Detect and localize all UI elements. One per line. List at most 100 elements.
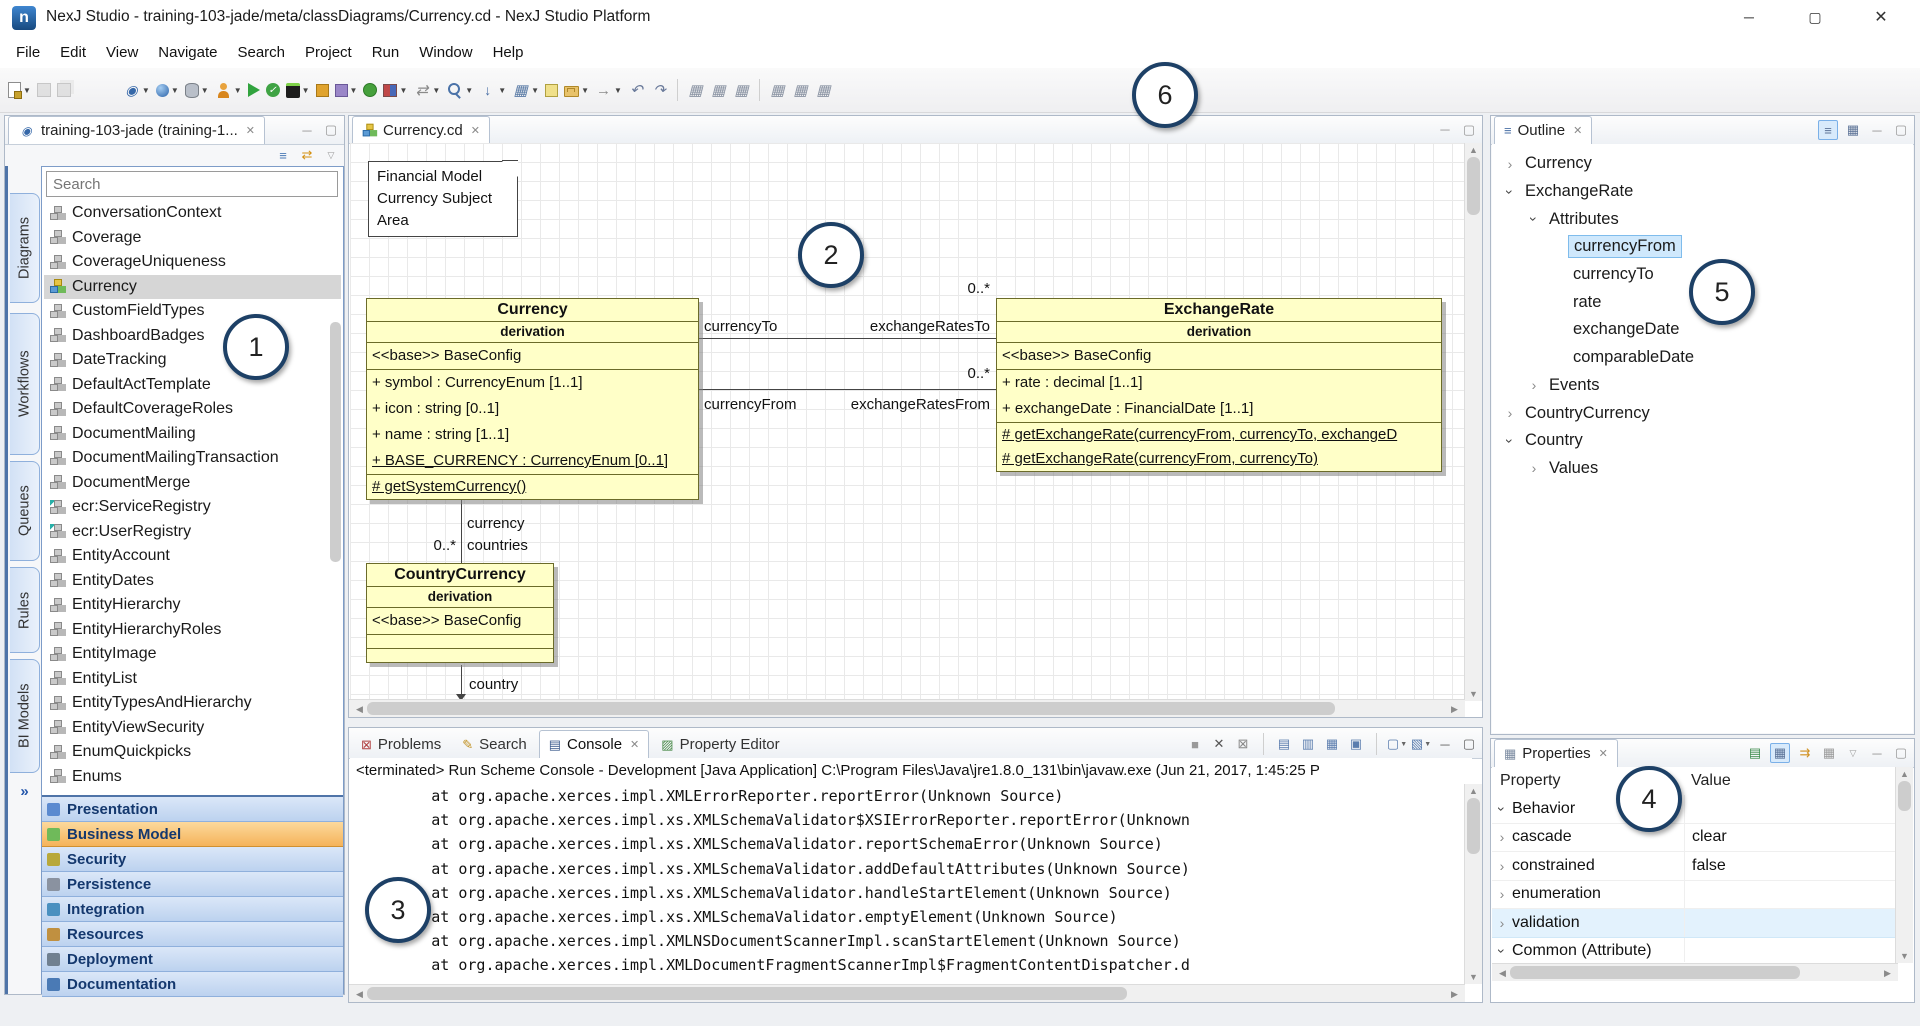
console-output[interactable]: at org.apache.xerces.impl.XMLErrorReport… xyxy=(350,784,1466,984)
properties-horizontal-scrollbar[interactable]: ◀ ▶ xyxy=(1492,963,1898,981)
minimize-view-icon[interactable]: ─ xyxy=(1868,121,1886,139)
property-row[interactable]: › validation xyxy=(1492,909,1896,938)
pin-console-icon[interactable]: ▣▼ xyxy=(1347,735,1365,753)
save-all-icon[interactable]: ▼ xyxy=(55,80,73,100)
property-row[interactable]: › Common (Attribute) xyxy=(1492,938,1896,963)
tree-chevron-icon[interactable]: › xyxy=(1492,915,1512,931)
list-item[interactable]: EntityHierarchy xyxy=(44,593,341,618)
tree-chevron-icon[interactable]: › xyxy=(1500,405,1520,421)
run-icon[interactable]: ▼ xyxy=(246,80,262,100)
layer-section[interactable]: Resources xyxy=(42,922,343,947)
layer-section[interactable]: Documentation xyxy=(42,972,343,997)
class-attribute[interactable]: + symbol : CurrencyEnum [1..1] xyxy=(367,370,698,396)
maximize-editor-icon[interactable]: ▢ xyxy=(1460,121,1478,139)
class-exchange-rate[interactable]: ExchangeRate derivation <<base>> BaseCon… xyxy=(996,298,1442,472)
association-currencyTo[interactable] xyxy=(699,338,996,339)
property-row[interactable]: › constrained false xyxy=(1492,852,1896,881)
class-operation[interactable]: # getSystemCurrency() xyxy=(367,475,698,499)
maximize-window-button[interactable]: ▢ xyxy=(1792,0,1838,34)
menu-item[interactable]: Navigate xyxy=(148,40,227,65)
layout-horizontal-icon[interactable]: ▦ ▼ xyxy=(708,79,729,102)
layer-tab[interactable]: » xyxy=(10,779,39,803)
dropdown-arrow-icon[interactable]: ▼ xyxy=(201,86,209,95)
list-item[interactable]: EntityViewSecurity xyxy=(44,716,341,741)
layer-tab[interactable]: Rules xyxy=(10,567,40,653)
align-left-icon[interactable]: ▦ ▼ xyxy=(767,79,788,102)
list-item[interactable]: DefaultActTemplate xyxy=(44,373,341,398)
dropdown-arrow-icon[interactable]: ▼ xyxy=(234,86,242,95)
list-item[interactable]: Currency xyxy=(44,275,341,300)
list-item[interactable]: DocumentMerge xyxy=(44,471,341,496)
list-item[interactable]: DefaultCoverageRoles xyxy=(44,397,341,422)
package-icon[interactable]: ▼ xyxy=(314,81,331,100)
navigator-tab[interactable]: ◉ training-103-jade (training-1... ✕ xyxy=(8,116,265,144)
editor-vertical-scrollbar[interactable]: ▲ ▼ xyxy=(1464,143,1482,701)
role-label[interactable]: currencyFrom xyxy=(704,396,797,413)
class-attribute[interactable]: + name : string [1..1] xyxy=(367,422,698,448)
menu-item[interactable]: Edit xyxy=(50,40,96,65)
property-row[interactable]: › Behavior xyxy=(1492,795,1896,824)
outline-tree-item[interactable]: › ExchangeRate xyxy=(1492,178,1913,206)
role-label[interactable]: exchangeRatesFrom xyxy=(805,396,990,413)
dropdown-arrow-icon[interactable]: ▼ xyxy=(142,86,150,95)
tree-chevron-icon[interactable]: › xyxy=(1494,799,1510,819)
remove-launch-icon[interactable]: ✕▼ xyxy=(1210,735,1228,753)
tree-chevron-icon[interactable]: › xyxy=(1524,377,1544,393)
validate-icon[interactable]: ▼ xyxy=(264,80,282,100)
role-label[interactable]: country xyxy=(469,676,518,693)
class-currency[interactable]: Currency derivation <<base>> BaseConfig … xyxy=(366,298,699,500)
unit-test-icon[interactable]: ▼ xyxy=(361,80,379,100)
dropdown-arrow-icon[interactable]: ▼ xyxy=(171,86,179,95)
scheme-console-icon[interactable]: ▼ xyxy=(284,80,312,101)
list-item[interactable]: ecr:UserRegistry xyxy=(44,520,341,545)
list-item[interactable]: EntityAccount xyxy=(44,544,341,569)
list-item[interactable]: EnumQuickpicks xyxy=(44,740,341,765)
close-icon[interactable]: ✕ xyxy=(246,124,255,137)
remove-all-launches-icon[interactable]: ⊠▼ xyxy=(1234,735,1252,753)
minimize-view-icon[interactable]: ─ xyxy=(1868,744,1886,762)
link-with-editor-icon[interactable]: ≡ xyxy=(274,146,292,164)
forward-icon[interactable]: → ▼ xyxy=(593,79,624,102)
list-item[interactable]: DocumentMailingTransaction xyxy=(44,446,341,471)
list-item[interactable]: DateTracking xyxy=(44,348,341,373)
diagram-canvas[interactable]: Financial Model Currency Subject Area cu… xyxy=(350,143,1466,701)
outline-tree-item[interactable]: › exchangeDate xyxy=(1492,316,1913,344)
open-resource-icon[interactable]: ▼ xyxy=(562,80,591,100)
new-note-icon[interactable]: ▼ xyxy=(543,81,560,100)
search-input[interactable] xyxy=(46,171,338,197)
property-row[interactable]: › enumeration xyxy=(1492,881,1896,910)
menu-item[interactable]: Window xyxy=(409,40,482,65)
list-item[interactable]: EntityTypesAndHierarchy xyxy=(44,691,341,716)
user-tool-icon[interactable]: ▼ xyxy=(213,79,244,102)
editor-horizontal-scrollbar[interactable]: ◀ ▶ xyxy=(349,699,1465,717)
redo-icon[interactable]: ↷ ▼ xyxy=(649,79,670,102)
close-icon[interactable]: ✕ xyxy=(1599,747,1608,760)
menu-item[interactable]: Search xyxy=(227,40,295,65)
editor-tab-currency[interactable]: Currency.cd ✕ xyxy=(352,116,490,144)
dropdown-arrow-icon[interactable]: ▼ xyxy=(465,86,473,95)
tree-chevron-icon[interactable]: › xyxy=(1492,886,1512,902)
list-item[interactable]: EntityList xyxy=(44,667,341,692)
tree-chevron-icon[interactable]: › xyxy=(1502,431,1518,451)
list-item[interactable]: CustomFieldTypes xyxy=(44,299,341,324)
dropdown-arrow-icon[interactable]: ▼ xyxy=(581,86,589,95)
list-item[interactable]: DocumentMailing xyxy=(44,422,341,447)
layer-section[interactable]: Presentation xyxy=(42,797,343,822)
show-advanced-icon[interactable]: ⇉ xyxy=(1796,744,1814,762)
role-label[interactable]: countries xyxy=(467,537,528,554)
list-item[interactable]: EntityHierarchyRoles xyxy=(44,618,341,643)
close-window-button[interactable]: ✕ xyxy=(1858,0,1904,34)
minimize-icon[interactable]: ─▼ xyxy=(1436,735,1454,753)
ui-designer-icon[interactable]: ▼ xyxy=(333,81,360,100)
dropdown-arrow-icon[interactable]: ▼ xyxy=(350,86,358,95)
new-wizard-icon[interactable]: ▼ xyxy=(6,79,33,101)
layer-tab[interactable]: Queues xyxy=(10,461,40,561)
maximize-view-icon[interactable]: ▢ xyxy=(322,121,340,139)
dropdown-arrow-icon[interactable]: ▼ xyxy=(531,86,539,95)
bottom-view-tab[interactable]: ⊠ Problems ✕ xyxy=(352,731,450,758)
class-attribute[interactable]: + rate : decimal [1..1] xyxy=(997,370,1441,396)
layer-tab[interactable]: Diagrams xyxy=(10,193,40,303)
maximize-view-icon[interactable]: ▢ xyxy=(1892,121,1910,139)
report-icon[interactable]: ▦ ▼ xyxy=(510,79,541,102)
menu-item[interactable]: Project xyxy=(295,40,362,65)
